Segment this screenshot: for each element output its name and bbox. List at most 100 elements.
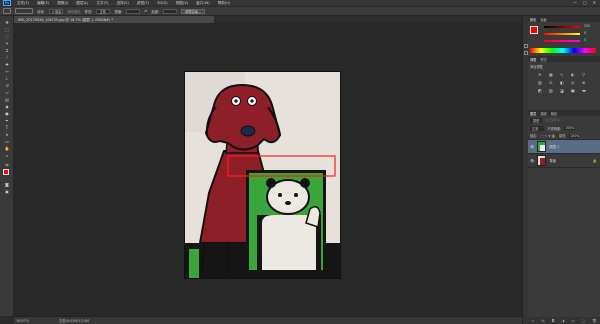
tab-swatches[interactable]: 色板 [540,17,546,22]
style-select[interactable]: 正常 [96,8,111,14]
selection-mode-icon[interactable] [15,8,33,14]
threshold-icon[interactable]: ◪ [560,88,568,93]
layer-row[interactable]: 👁 图层 1 [528,140,600,154]
quick-mask-icon[interactable]: ◙ [3,182,11,187]
invert-icon[interactable]: ◩ [538,88,546,93]
lasso-tool-icon[interactable]: ◌ [3,34,11,39]
levels-icon[interactable]: ▦ [549,72,557,77]
fill-input[interactable]: 100% [569,133,581,138]
green-value[interactable]: 0 [584,31,586,35]
new-layer-icon[interactable]: ▢ [582,319,585,323]
gradient-map-icon[interactable]: ▬ [582,88,590,93]
adjustment-layer-icon[interactable]: ◑ [561,319,564,323]
balance-icon[interactable]: ⚖ [549,80,557,85]
zoom-tool-icon[interactable]: ⌕ [3,153,11,158]
feather-input[interactable]: 0 像素 [48,8,63,14]
marquee-tool-icon[interactable]: ⬚ [3,27,11,32]
gradient-tool-icon[interactable]: ▤ [3,97,11,102]
hand-tool-icon[interactable]: ✋ [3,146,11,151]
document-tab[interactable]: IMG_20170926_104725.jpg @ 16.7% (图层 1, R… [14,16,214,23]
bw-icon[interactable]: ◧ [560,80,568,85]
menu-view[interactable]: 视图(V) [172,1,192,6]
blue-slider[interactable] [544,40,580,42]
blur-tool-icon[interactable]: ◆ [3,104,11,109]
menu-type[interactable]: 文字(Y) [92,1,112,6]
selective-color-icon[interactable]: ▣ [571,88,579,93]
spectrum-bar[interactable] [530,48,596,53]
exposure-icon[interactable]: ◐ [571,72,579,77]
filter-icons[interactable]: ▢ ◯ T ▭ [545,118,560,122]
mask-icon[interactable]: ◘ [552,319,555,323]
layer-name[interactable]: 背景 [549,158,556,163]
opacity-input[interactable]: 100% [564,126,576,130]
antialias-checkbox[interactable]: 消除锯齿 [67,9,81,14]
type-tool-icon[interactable]: T [3,125,11,130]
zoom-level[interactable]: 16.67% [16,319,29,323]
menu-3d[interactable]: 3D(D) [153,1,172,5]
red-slider[interactable] [544,26,580,28]
dodge-tool-icon[interactable]: ● [3,111,11,116]
width-input[interactable] [126,8,141,14]
vibrance-icon[interactable]: ▽ [582,72,590,77]
brush-tool-icon[interactable]: ✑ [3,69,11,74]
maximize-button[interactable]: □ [583,0,587,5]
tab-adjustments[interactable]: 调整 [530,57,536,62]
menu-select[interactable]: 选择(S) [113,1,133,6]
screen-mode-icon[interactable]: ▣ [3,189,11,194]
tab-channels[interactable]: 通道 [540,111,546,116]
kind-filter[interactable]: 类型 [530,117,543,123]
menu-edit[interactable]: 编辑(E) [33,1,53,6]
quick-select-tool-icon[interactable]: ✎ [3,41,11,46]
marquee-tool-icon[interactable] [3,8,11,14]
visibility-eye-icon[interactable]: 👁 [530,145,534,149]
hue-icon[interactable]: ▥ [538,80,546,85]
history-brush-tool-icon[interactable]: ↺ [3,83,11,88]
document-canvas[interactable] [14,23,522,316]
minimize-button[interactable]: — [573,0,577,5]
mixer-icon[interactable]: ⊕ [582,80,590,85]
trash-icon[interactable]: 🗑 [592,319,597,323]
crop-tool-icon[interactable]: ⌗ [3,48,11,53]
layer-row[interactable]: 👁 背景 🔒 [528,154,600,168]
menu-help[interactable]: 帮助(H) [214,1,235,6]
layer-name[interactable]: 图层 1 [549,144,559,149]
blue-value[interactable]: 0 [584,38,586,42]
lock-icons[interactable]: ▢ ✎ ✥ 🔒 [540,134,555,138]
foreground-color-swatch[interactable] [3,169,9,175]
options-bar: 羽化: 0 像素 消除锯齿 样式: 正常 宽度: ⇄ 高度: 调整边缘... [0,7,600,16]
menu-window[interactable]: 窗口(W) [192,1,214,6]
shape-tool-icon[interactable]: ▭ [3,139,11,144]
menu-filter[interactable]: 滤镜(T) [133,1,153,6]
tab-paths[interactable]: 路径 [551,111,557,116]
group-icon[interactable]: ▭ [571,319,574,323]
height-input[interactable] [163,8,178,14]
menu-file[interactable]: 文件(F) [13,1,33,6]
tab-layers[interactable]: 图层 [530,111,536,116]
close-button[interactable]: ✕ [593,0,596,5]
clone-stamp-tool-icon[interactable]: ⊥ [3,76,11,81]
fx-icon[interactable]: fx [541,319,544,323]
tab-styles[interactable]: 样式 [540,57,546,62]
swap-colors-icon[interactable]: ⇆ [3,162,11,167]
foreground-swatch[interactable] [530,26,538,34]
eyedropper-tool-icon[interactable]: ⁄ [3,55,11,60]
refine-edge-button[interactable]: 调整边缘... [181,8,205,14]
brightness-icon[interactable]: ☀ [538,72,546,77]
menu-image[interactable]: 图像(I) [53,1,72,6]
healing-brush-tool-icon[interactable]: ✚ [3,62,11,67]
photo-filter-icon[interactable]: ◎ [571,80,579,85]
tab-color[interactable]: 颜色 [530,17,536,22]
visibility-eye-icon[interactable]: 👁 [530,159,534,163]
blend-mode-select[interactable]: 正常 [530,125,545,131]
menu-layer[interactable]: 图层(L) [72,1,92,6]
move-tool-icon[interactable]: ✥ [3,20,11,25]
pen-tool-icon[interactable]: ✒ [3,118,11,123]
eraser-tool-icon[interactable]: ▱ [3,90,11,95]
swap-icon[interactable]: ⇄ [144,9,147,13]
curves-icon[interactable]: ∿ [560,72,568,77]
red-value[interactable]: 255 [584,24,590,28]
green-slider[interactable] [544,33,580,35]
posterize-icon[interactable]: ▨ [549,88,557,93]
path-select-tool-icon[interactable]: ➤ [3,132,11,137]
link-layers-icon[interactable]: ∞ [531,319,534,323]
